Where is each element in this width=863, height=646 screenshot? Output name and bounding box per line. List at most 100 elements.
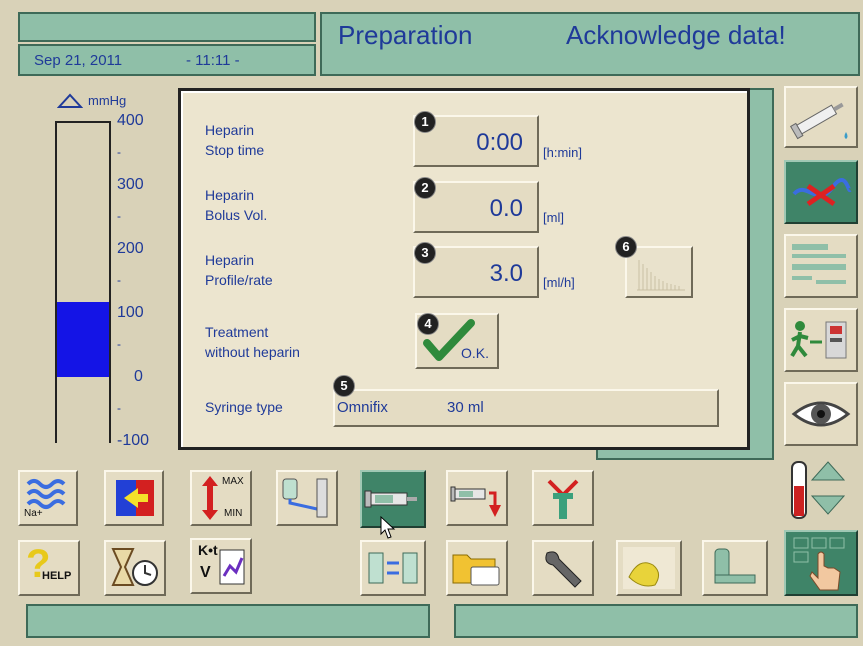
status-message: Acknowledge data! xyxy=(566,20,786,50)
tube-top-line xyxy=(55,121,111,123)
badge-2: 2 xyxy=(414,177,436,199)
filter-change-button[interactable] xyxy=(360,540,426,596)
syringe-name: Omnifix xyxy=(337,399,388,416)
minor-mark: - xyxy=(117,145,121,159)
bottom-status-left xyxy=(26,604,430,638)
wrench-icon xyxy=(545,551,582,588)
badge-6: 6 xyxy=(615,236,637,258)
status-header-panel: Preparation Acknowledge data! xyxy=(320,12,860,76)
bag-connect-button[interactable] xyxy=(276,470,338,526)
min-label: MIN xyxy=(224,508,243,519)
help-button[interactable]: ? HELP xyxy=(18,540,80,596)
minor-mark: - xyxy=(117,401,121,415)
arm-access-icon xyxy=(714,548,756,584)
pressure-unit: mmHg xyxy=(88,93,127,108)
bottom-status-right xyxy=(454,604,858,638)
y-connector-icon xyxy=(547,479,579,519)
bolus-vol-value: 0.0 xyxy=(489,195,523,222)
date-time-panel: Sep 21, 2011 - 11:11 - xyxy=(18,44,316,76)
bolus-vol-label-line1: Heparin xyxy=(205,187,255,203)
syringe-type-selector[interactable]: Omnifix 30 ml xyxy=(333,389,719,427)
time-text: - 11:11 - xyxy=(186,52,240,69)
syringe-fill-button[interactable] xyxy=(446,470,508,526)
mouse-cursor-icon xyxy=(380,516,396,539)
clipboard-chart-icon xyxy=(219,549,245,585)
blood-flow-icon xyxy=(792,178,852,207)
minor-mark: - xyxy=(117,337,121,351)
sodium-label: Na+ xyxy=(24,508,43,519)
badge-3: 3 xyxy=(414,242,436,264)
arm-button[interactable] xyxy=(702,540,768,596)
profile-rate-unit: [ml/h] xyxy=(543,275,575,290)
tick-400: 400 xyxy=(117,112,144,129)
folder-card-icon xyxy=(452,554,500,586)
syringe-type-label: Syringe type xyxy=(205,399,283,415)
header-left-panel xyxy=(18,12,316,42)
limits-button[interactable]: MAX MIN xyxy=(190,470,252,526)
stop-time-label-line2: Stop time xyxy=(205,142,265,158)
filter-swap-icon xyxy=(368,552,418,584)
tick-100: 100 xyxy=(117,304,144,321)
v-label: V xyxy=(200,564,211,581)
badge-1: 1 xyxy=(414,111,436,133)
patient-machine-icon xyxy=(790,321,847,359)
max-label: MAX xyxy=(222,476,244,487)
badge-4: 4 xyxy=(417,313,439,335)
tick-0: 0 xyxy=(134,368,143,385)
hand-touch-icon xyxy=(793,537,845,591)
exchange-button[interactable] xyxy=(104,470,164,526)
syringe-icon xyxy=(789,102,848,140)
page-title: Preparation xyxy=(338,20,473,50)
ktv-button[interactable]: K•t V xyxy=(190,538,252,594)
tick-minus-100: -100 xyxy=(117,432,150,449)
level-tube-icon xyxy=(791,461,846,519)
sodium-profile-button[interactable]: Na+ xyxy=(18,470,78,526)
tick-200: 200 xyxy=(117,240,144,257)
profile-rate-value: 3.0 xyxy=(489,260,523,287)
view-button[interactable] xyxy=(784,382,858,446)
stop-time-value: 0:00 xyxy=(476,129,523,156)
blood-flow-button[interactable] xyxy=(784,160,858,224)
treatment-label-line1: Treatment xyxy=(205,324,269,340)
timer-button[interactable] xyxy=(104,540,166,596)
stop-time-label-line1: Heparin xyxy=(205,122,255,138)
syringe-button[interactable] xyxy=(784,86,858,148)
treatment-label-line2: without heparin xyxy=(205,344,300,360)
service-button[interactable] xyxy=(532,540,594,596)
heparin-profile-button[interactable] xyxy=(625,246,693,298)
limits-arrow-icon xyxy=(202,476,218,520)
cleaning-cloth-icon xyxy=(623,547,675,589)
level-adjust-control[interactable] xyxy=(784,456,858,524)
date-text: Sep 21, 2011 xyxy=(34,52,123,69)
bolus-vol-unit: [ml] xyxy=(543,210,564,225)
patient-connect-button[interactable] xyxy=(784,308,858,372)
tick-300: 300 xyxy=(117,176,144,193)
syringe-down-arrow-icon xyxy=(450,486,501,517)
stop-time-unit: [h:min] xyxy=(543,145,583,160)
triangle-icon xyxy=(57,93,83,108)
minor-mark: - xyxy=(117,273,121,287)
profile-rate-label-line1: Heparin xyxy=(205,252,255,268)
minor-mark: - xyxy=(117,209,121,223)
connector-button[interactable] xyxy=(532,470,594,526)
help-label: HELP xyxy=(42,570,72,582)
touch-lock-button[interactable] xyxy=(784,530,858,596)
syringe-size: 30 ml xyxy=(447,399,484,416)
parameters-list-icon xyxy=(792,244,846,284)
folder-button[interactable] xyxy=(446,540,508,596)
profile-rate-label-line2: Profile/rate xyxy=(205,272,273,288)
pressure-bar xyxy=(57,302,109,377)
bolus-vol-label-line2: Bolus Vol. xyxy=(205,207,268,223)
eye-icon xyxy=(791,401,851,427)
badge-5: 5 xyxy=(333,375,355,397)
hourglass-clock-icon xyxy=(111,548,158,586)
pressure-tube xyxy=(55,121,111,443)
exchange-arrows-icon xyxy=(116,480,154,516)
ktv-label: K•t xyxy=(198,542,218,558)
bag-tubing-icon xyxy=(282,478,328,518)
profile-chart-icon xyxy=(637,260,685,291)
cleaning-button[interactable] xyxy=(616,540,682,596)
parameters-button[interactable] xyxy=(784,234,858,298)
pressure-gauge: mmHg 400 300 200 100 0 -100 - - - - - xyxy=(10,88,180,449)
ok-label: O.K. xyxy=(461,345,490,361)
